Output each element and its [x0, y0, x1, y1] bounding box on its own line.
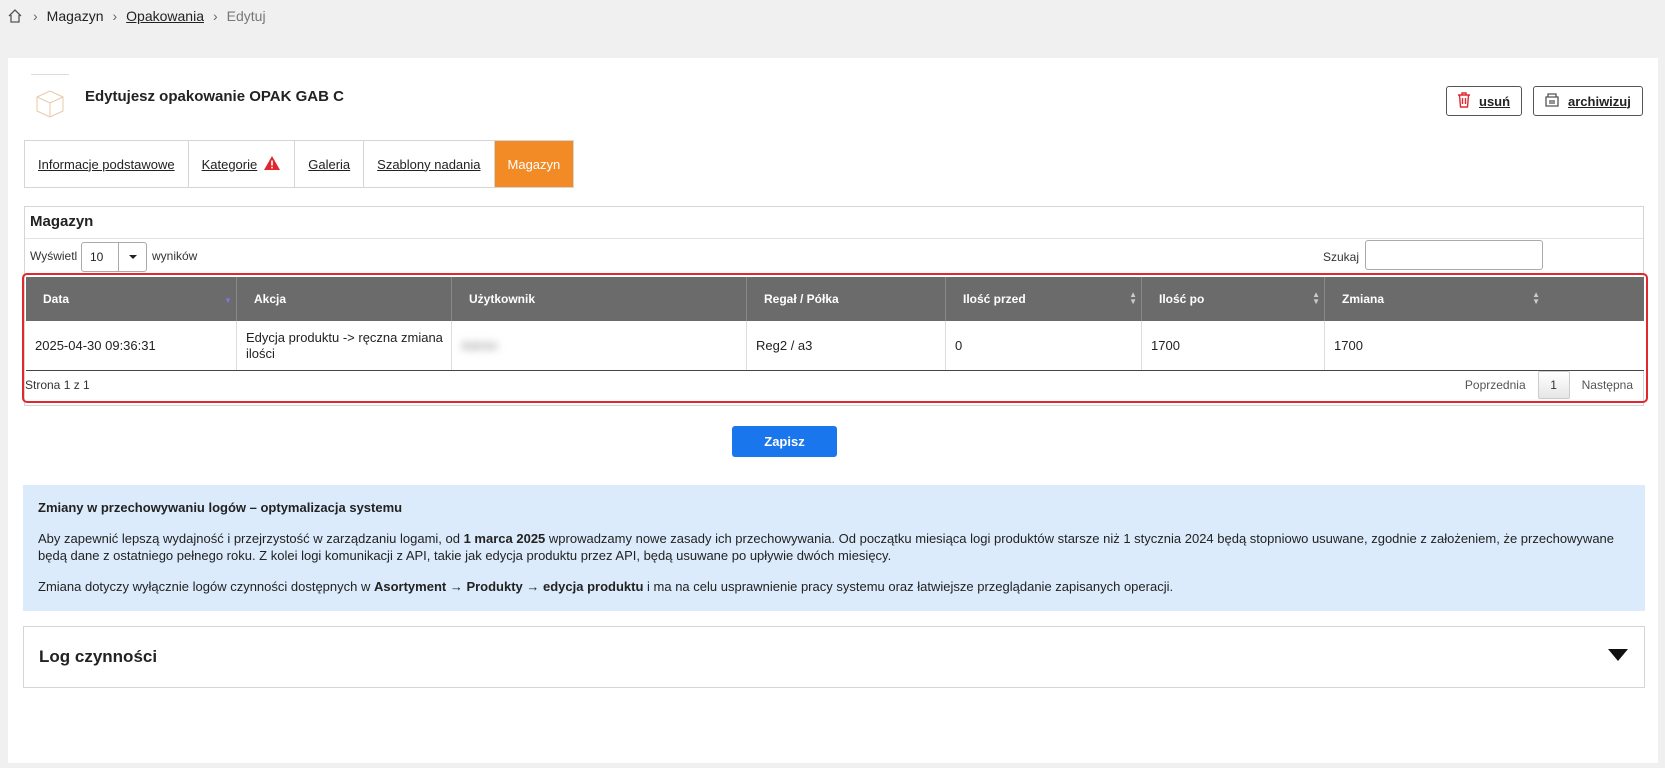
column-header-location[interactable]: Regał / Półka: [747, 277, 946, 321]
archive-icon: [1544, 92, 1560, 111]
home-icon[interactable]: [6, 7, 24, 25]
sort-icon: ▲ ▼: [1129, 290, 1137, 306]
pagination-next[interactable]: Następna: [1582, 378, 1633, 392]
breadcrumb: › Magazyn › Opakowania › Edytuj: [6, 6, 266, 26]
warehouse-panel: Magazyn Wyświetl 10 wyników Szukaj Data …: [22, 206, 1648, 406]
cell-date: 2025-04-30 09:36:31: [26, 321, 237, 370]
table-row: 2025-04-30 09:36:31 Edycja produktu -> r…: [26, 321, 1644, 370]
notice-paragraph-2: Zmiana dotyczy wyłącznie logów czynności…: [38, 579, 1174, 594]
breadcrumb-magazyn: Magazyn: [46, 8, 104, 24]
sort-desc-icon: ▼: [224, 296, 232, 305]
log-title: Log czynności: [39, 647, 158, 666]
save-button[interactable]: Zapisz: [732, 426, 837, 457]
pagination-prev[interactable]: Poprzednia: [1465, 378, 1526, 392]
info-notice: Zmiany w przechowywaniu logów – optymali…: [23, 485, 1645, 611]
expand-triangle-icon[interactable]: [1608, 649, 1628, 661]
archive-label: archiwizuj: [1568, 93, 1631, 109]
trash-icon: [1457, 91, 1471, 111]
tab-shipping-templates[interactable]: Szablony nadania: [364, 141, 495, 187]
sort-icon: ▲ ▼: [1532, 290, 1540, 306]
tab-gallery[interactable]: Galeria: [295, 141, 365, 187]
sort-icon: ▲ ▼: [1312, 290, 1320, 306]
tab-categories[interactable]: Kategorie: [189, 141, 296, 187]
chevron-right-icon: ›: [212, 8, 218, 24]
cell-qty-after: 1700: [1142, 321, 1325, 370]
chevron-right-icon: ›: [33, 8, 38, 24]
caret-down-icon: [118, 243, 146, 271]
tab-basic-info[interactable]: Informacje podstawowe: [25, 141, 189, 187]
results-label: wyników: [152, 249, 198, 263]
column-header-action[interactable]: Akcja: [237, 277, 452, 321]
page-length-value: 10: [90, 250, 104, 264]
pagination-page-1[interactable]: 1: [1537, 371, 1570, 399]
column-header-qty-after[interactable]: Ilość po ▲ ▼: [1142, 277, 1325, 321]
warning-icon: [263, 155, 281, 174]
column-header-qty-before[interactable]: Ilość przed ▲ ▼: [946, 277, 1142, 321]
chevron-right-icon: ›: [112, 8, 118, 24]
page-info: Strona 1 z 1: [25, 378, 90, 392]
divider: [25, 238, 1643, 239]
cell-user: Admin: [452, 321, 747, 370]
show-label: Wyświetl: [30, 249, 78, 263]
tab-warehouse[interactable]: Magazyn: [494, 141, 574, 187]
breadcrumb-edytuj: Edytuj: [226, 8, 266, 24]
column-header-date[interactable]: Data ▼: [26, 277, 237, 321]
tab-bar: Informacje podstawowe Kategorie Galeria …: [24, 140, 575, 188]
cell-qty-before: 0: [946, 321, 1142, 370]
search-input[interactable]: [1365, 240, 1543, 270]
page-header: Edytujesz opakowanie OPAK GAB C usuń arc…: [23, 74, 1643, 124]
breadcrumb-opakowania[interactable]: Opakowania: [126, 8, 204, 24]
main-card: Edytujesz opakowanie OPAK GAB C usuń arc…: [8, 58, 1658, 763]
notice-paragraph-1: Aby zapewnić lepszą wydajność i przejrzy…: [38, 531, 1615, 563]
cell-change: 1700: [1334, 337, 1363, 353]
activity-log-section[interactable]: Log czynności: [23, 626, 1645, 688]
panel-title: Magazyn: [30, 213, 94, 230]
cell-action: Edycja produktu -> ręczna zmiana ilości: [237, 321, 452, 370]
page-title: Edytujesz opakowanie OPAK GAB C: [85, 88, 344, 105]
cell-user-value: Admin: [461, 337, 498, 353]
table-header: Data ▼ Akcja Użytkownik Regał / Półka Il…: [26, 277, 1644, 321]
archive-button[interactable]: archiwizuj: [1533, 86, 1643, 116]
page-length-select[interactable]: 10: [81, 242, 147, 272]
table-body: 2025-04-30 09:36:31 Edycja produktu -> r…: [26, 321, 1644, 371]
notice-title: Zmiany w przechowywaniu logów – optymali…: [38, 500, 403, 515]
pagination: Poprzednia 1 Następna: [1465, 371, 1633, 399]
delete-button[interactable]: usuń: [1446, 86, 1522, 116]
column-header-user[interactable]: Użytkownik: [452, 277, 747, 321]
package-thumbnail: [31, 74, 69, 120]
search-label: Szukaj: [1323, 250, 1360, 264]
cell-location: Reg2 / a3: [747, 321, 946, 370]
column-header-change[interactable]: Zmiana ▲ ▼: [1325, 277, 1544, 321]
warehouse-table: Data ▼ Akcja Użytkownik Regał / Półka Il…: [26, 277, 1644, 371]
tab-categories-label: Kategorie: [201, 156, 258, 172]
delete-label: usuń: [1479, 93, 1511, 109]
